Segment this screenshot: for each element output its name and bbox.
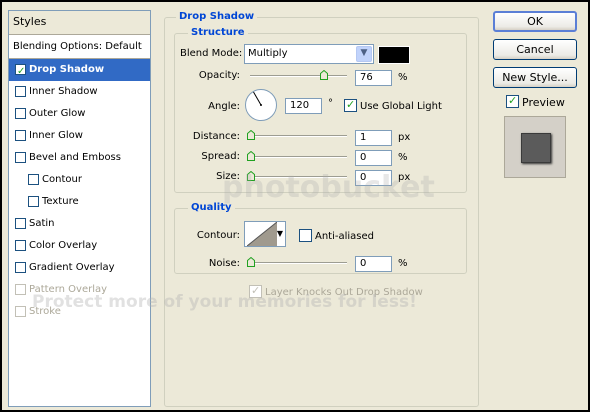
layer-knocks-out-checkbox[interactable]: ✓	[249, 284, 262, 298]
ok-button[interactable]: OK	[493, 11, 577, 32]
preview-thumbnail	[504, 116, 566, 178]
style-item-checkbox[interactable]	[28, 196, 39, 207]
blending-options-item[interactable]: Blending Options: Default	[9, 35, 150, 59]
spread-unit: %	[398, 152, 408, 163]
style-item-checkbox[interactable]	[15, 218, 26, 229]
contour-picker[interactable]: ▼	[244, 221, 286, 247]
style-item-checkbox[interactable]	[15, 108, 26, 119]
style-item-label: Pattern Overlay	[29, 284, 108, 295]
style-item-label: Outer Glow	[29, 108, 86, 119]
style-item-label: Bevel and Emboss	[29, 152, 121, 163]
style-item-satin[interactable]: Satin	[9, 213, 150, 235]
spread-slider-track[interactable]	[250, 156, 347, 158]
cancel-button[interactable]: Cancel	[493, 39, 577, 60]
style-item-color-overlay[interactable]: Color Overlay	[9, 235, 150, 257]
checkmark-icon: ✓	[251, 284, 261, 297]
style-item-label: Gradient Overlay	[29, 262, 115, 273]
use-global-light-label[interactable]: Use Global Light	[360, 101, 442, 112]
opacity-input[interactable]: 76	[355, 70, 392, 86]
style-item-label: Stroke	[29, 306, 61, 317]
checkmark-icon: ✓	[17, 66, 26, 77]
angle-dial[interactable]	[245, 89, 277, 121]
style-item-label: Drop Shadow	[29, 64, 105, 75]
opacity-slider-track[interactable]	[250, 75, 347, 77]
preview-label[interactable]: Preview	[522, 96, 565, 109]
style-item-checkbox[interactable]	[15, 284, 26, 295]
size-slider-track[interactable]	[250, 176, 347, 178]
style-item-checkbox[interactable]	[15, 262, 26, 273]
style-item-label: Texture	[42, 196, 79, 207]
blend-mode-value: Multiply	[248, 48, 288, 59]
distance-slider-thumb[interactable]	[247, 130, 255, 140]
opacity-unit: %	[398, 72, 408, 83]
style-item-pattern-overlay[interactable]: Pattern Overlay	[9, 279, 150, 301]
structure-title: Structure	[188, 27, 248, 38]
style-item-checkbox[interactable]	[15, 240, 26, 251]
noise-slider-thumb[interactable]	[247, 257, 255, 267]
style-item-label: Color Overlay	[29, 240, 98, 251]
style-item-contour[interactable]: Contour	[9, 169, 150, 191]
anti-aliased-label[interactable]: Anti-aliased	[315, 231, 374, 242]
style-item-checkbox[interactable]: ✓	[15, 64, 26, 77]
new-style-button[interactable]: New Style...	[493, 67, 577, 88]
distance-slider-track[interactable]	[250, 135, 347, 137]
contour-preview-icon	[247, 222, 277, 246]
distance-unit: px	[398, 132, 411, 143]
spread-slider-thumb[interactable]	[247, 151, 255, 161]
noise-slider-track[interactable]	[250, 262, 347, 264]
noise-label: Noise:	[208, 258, 240, 269]
noise-input[interactable]: 0	[355, 256, 392, 272]
style-item-label: Inner Shadow	[29, 86, 98, 97]
style-item-checkbox[interactable]	[15, 130, 26, 141]
style-item-bevel-and-emboss[interactable]: Bevel and Emboss	[9, 147, 150, 169]
spread-label: Spread:	[201, 151, 240, 162]
distance-input[interactable]: 1	[355, 130, 392, 146]
styles-list: Styles Blending Options: Default ✓ Drop S…	[8, 10, 151, 407]
style-item-texture[interactable]: Texture	[9, 191, 150, 213]
size-input[interactable]: 0	[355, 170, 392, 186]
size-label: Size:	[216, 171, 240, 182]
style-item-stroke[interactable]: Stroke	[9, 301, 150, 323]
style-item-inner-glow[interactable]: Inner Glow	[9, 125, 150, 147]
style-item-drop-shadow[interactable]: ✓ Drop Shadow	[9, 59, 150, 81]
drop-shadow-title: Drop Shadow	[176, 11, 258, 22]
blend-mode-label: Blend Mode:	[180, 48, 243, 59]
angle-input[interactable]: 120	[285, 98, 322, 114]
layer-knocks-out-label[interactable]: Layer Knocks Out Drop Shadow	[265, 287, 423, 298]
anti-aliased-checkbox[interactable]	[299, 229, 312, 242]
opacity-slider-thumb[interactable]	[319, 70, 328, 80]
style-item-checkbox[interactable]	[15, 152, 26, 163]
contour-dropdown-icon[interactable]: ▼	[277, 229, 283, 238]
style-item-outer-glow[interactable]: Outer Glow	[9, 103, 150, 125]
checkmark-icon: ✓	[346, 98, 356, 111]
contour-label: Contour:	[196, 230, 240, 241]
style-item-label: Contour	[42, 174, 82, 185]
style-item-checkbox[interactable]	[15, 86, 26, 97]
use-global-light-checkbox[interactable]: ✓	[344, 98, 357, 112]
checkmark-icon: ✓	[508, 94, 518, 107]
styles-header[interactable]: Styles	[9, 11, 150, 35]
style-item-checkbox[interactable]	[15, 306, 26, 317]
distance-label: Distance:	[192, 131, 240, 142]
layer-style-dialog: Styles Blending Options: Default ✓ Drop S…	[2, 2, 588, 410]
blend-mode-select[interactable]: Multiply ▼	[244, 44, 374, 64]
style-item-checkbox[interactable]	[28, 174, 39, 185]
style-item-label: Inner Glow	[29, 130, 83, 141]
chevron-down-icon[interactable]: ▼	[356, 46, 372, 62]
style-item-inner-shadow[interactable]: Inner Shadow	[9, 81, 150, 103]
shadow-color-swatch[interactable]	[378, 46, 410, 64]
style-item-label: Satin	[29, 218, 55, 229]
quality-title: Quality	[188, 202, 235, 213]
preview-checkbox[interactable]: ✓	[506, 94, 519, 108]
preview-shape	[521, 133, 551, 163]
opacity-label: Opacity:	[198, 70, 240, 81]
style-item-gradient-overlay[interactable]: Gradient Overlay	[9, 257, 150, 279]
angle-label: Angle:	[208, 101, 240, 112]
noise-unit: %	[398, 258, 408, 269]
size-slider-thumb[interactable]	[247, 171, 255, 181]
size-unit: px	[398, 172, 411, 183]
angle-unit: °	[328, 98, 333, 109]
spread-input[interactable]: 0	[355, 150, 392, 166]
